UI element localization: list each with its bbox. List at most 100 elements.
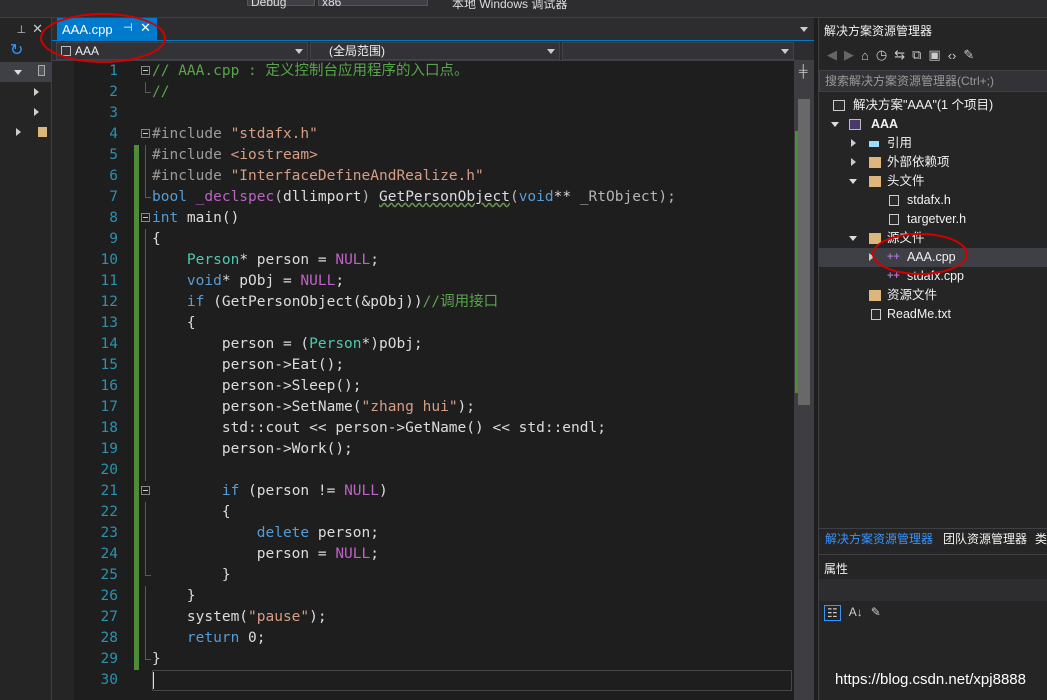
categorized-icon[interactable]: ☷ <box>824 605 841 621</box>
line-number: 4 <box>109 126 118 142</box>
code-line[interactable]: 16 person->Sleep(); <box>74 376 792 397</box>
chevron-down-icon[interactable] <box>849 179 857 184</box>
line-text: } <box>152 567 231 583</box>
line-number: 21 <box>100 483 118 499</box>
code-line[interactable]: 14 person = (Person*)pObj; <box>74 334 792 355</box>
collapse-icon[interactable] <box>141 129 150 138</box>
wrench-icon[interactable]: ✎ <box>871 605 881 621</box>
tree-item-references[interactable]: 引用 <box>819 134 1047 153</box>
tree-item-header-files[interactable]: 头文件 <box>819 172 1047 191</box>
line-text: if (person != NULL) <box>221 483 388 499</box>
code-line[interactable]: 7 bool _declspec(dllimport) GetPersonObje… <box>74 187 792 208</box>
code-line[interactable]: 6 #include "InterfaceDefineAndRealize.h" <box>74 166 792 187</box>
wrench-icon[interactable]: ✎ <box>963 47 974 63</box>
code-line[interactable]: 18 std::cout << person->GetName() << std… <box>74 418 792 439</box>
history-icon[interactable]: ◷ <box>876 47 887 63</box>
code-lines[interactable]: 1 // AAA.cpp : 定义控制台应用程序的入口点。 2 // 3 4 #inc… <box>74 61 792 691</box>
code-line-current[interactable]: 30 <box>74 670 792 691</box>
collapse-all-icon[interactable]: ⧉ <box>912 47 921 63</box>
chevron-right-icon[interactable] <box>34 108 39 116</box>
tree-item-label: 解决方案"AAA"(1 个项目) <box>853 98 994 112</box>
code-line[interactable]: 12 if (GetPersonObject(&pObj))//调用接口 <box>74 292 792 313</box>
scope-combo[interactable]: (全局范围) <box>310 42 560 60</box>
sync-icon[interactable]: ⇆ <box>894 47 905 63</box>
solution-config-label: Debug <box>251 0 287 9</box>
pin-icon[interactable]: ⊥ <box>17 23 27 36</box>
split-handle-icon[interactable]: ╪ <box>799 64 808 78</box>
member-combo[interactable] <box>562 42 794 60</box>
code-line[interactable]: 1 // AAA.cpp : 定义控制台应用程序的入口点。 <box>74 61 792 82</box>
chevron-down-icon[interactable] <box>849 236 857 241</box>
properties-title: 属性 <box>824 562 849 576</box>
code-line[interactable]: 21 if (person != NULL) <box>74 481 792 502</box>
back-icon[interactable]: ◀ <box>827 47 837 63</box>
code-line[interactable]: 13 { <box>74 313 792 334</box>
line-number: 14 <box>100 336 118 352</box>
collapse-icon[interactable] <box>141 66 150 75</box>
tree-item-solution[interactable]: 解决方案"AAA"(1 个项目) <box>819 96 1047 115</box>
tab-team-explorer[interactable]: 团队资源管理器 <box>939 529 1027 549</box>
alphabetical-icon[interactable]: A↓ <box>849 605 863 621</box>
tree-item-stdafx-h[interactable]: stdafx.h <box>819 191 1047 210</box>
solution-search-input[interactable]: 搜索解决方案资源管理器(Ctrl+;) <box>819 70 1047 92</box>
code-line[interactable]: 19 person->Work(); <box>74 439 792 460</box>
folder-icon <box>869 157 881 168</box>
tab-class-view[interactable]: 类 <box>1035 529 1047 549</box>
main-toolbar: Debug x86 本地 Windows 调试器 <box>0 0 1047 18</box>
tree-item-label: 引用 <box>887 136 913 150</box>
debugger-button[interactable]: 本地 Windows 调试器 <box>452 0 567 12</box>
collapse-icon[interactable] <box>141 486 150 495</box>
left-tree-row[interactable] <box>0 122 51 142</box>
chevron-down-icon[interactable] <box>831 122 839 127</box>
code-line[interactable]: 29} <box>74 649 792 670</box>
tree-item-targetver-h[interactable]: targetver.h <box>819 210 1047 229</box>
navigation-bar: AAA (全局范围) <box>52 40 814 61</box>
code-line[interactable]: 17 person->SetName("zhang hui"); <box>74 397 792 418</box>
tab-solution-explorer[interactable]: 解决方案资源管理器 <box>819 529 937 549</box>
code-line[interactable]: 25 } <box>74 565 792 586</box>
show-all-files-icon[interactable]: ▣ <box>928 47 940 63</box>
line-number: 19 <box>100 441 118 457</box>
code-line[interactable]: 20 <box>74 460 792 481</box>
expand-icon[interactable] <box>14 70 22 75</box>
tree-item-resource-files[interactable]: 资源文件 <box>819 286 1047 305</box>
left-tree-row[interactable] <box>0 82 51 102</box>
properties-object-combo[interactable] <box>819 579 1047 601</box>
chevron-right-icon[interactable] <box>34 88 39 96</box>
tree-item-project[interactable]: AAA <box>819 115 1047 134</box>
line-number: 16 <box>100 378 118 394</box>
left-tree-row[interactable] <box>0 102 51 122</box>
left-tree-row[interactable] <box>0 62 51 82</box>
vertical-scrollbar[interactable]: ╪ <box>794 61 814 700</box>
code-line[interactable]: 10 Person* person = NULL; <box>74 250 792 271</box>
chevron-right-icon[interactable] <box>16 128 21 136</box>
code-line[interactable]: 8 int main() <box>74 208 792 229</box>
code-line[interactable]: 4 #include "stdafx.h" <box>74 124 792 145</box>
change-marker <box>134 649 139 670</box>
code-line[interactable]: 24 person = NULL; <box>74 544 792 565</box>
code-line[interactable]: 26 } <box>74 586 792 607</box>
code-line[interactable]: 28 return 0; <box>74 628 792 649</box>
line-number: 7 <box>109 189 118 205</box>
code-editor[interactable]: 1 // AAA.cpp : 定义控制台应用程序的入口点。 2 // 3 4 #inc… <box>52 61 814 700</box>
chevron-right-icon[interactable] <box>851 139 856 147</box>
code-line[interactable]: 23 delete person; <box>74 523 792 544</box>
code-line[interactable]: 9{ <box>74 229 792 250</box>
home-icon[interactable]: ⌂ <box>861 48 869 63</box>
forward-icon[interactable]: ▶ <box>844 47 854 63</box>
code-line[interactable]: 2 // <box>74 82 792 103</box>
code-line[interactable]: 22 { <box>74 502 792 523</box>
code-view-icon[interactable]: ‹› <box>948 48 957 63</box>
code-line[interactable]: 11 void* pObj = NULL; <box>74 271 792 292</box>
chevron-right-icon[interactable] <box>851 158 856 166</box>
tree-item-external-deps[interactable]: 外部依赖项 <box>819 153 1047 172</box>
code-line[interactable]: 27 system("pause"); <box>74 607 792 628</box>
scrollbar-thumb[interactable] <box>798 99 810 405</box>
code-line[interactable]: 3 <box>74 103 792 124</box>
code-line[interactable]: 5 #include <iostream> <box>74 145 792 166</box>
line-number: 3 <box>109 105 118 121</box>
code-line[interactable]: 15 person->Eat(); <box>74 355 792 376</box>
tree-item-readme[interactable]: ReadMe.txt <box>819 305 1047 324</box>
collapse-icon[interactable] <box>141 213 150 222</box>
tab-overflow-dropdown-icon[interactable] <box>800 27 808 32</box>
